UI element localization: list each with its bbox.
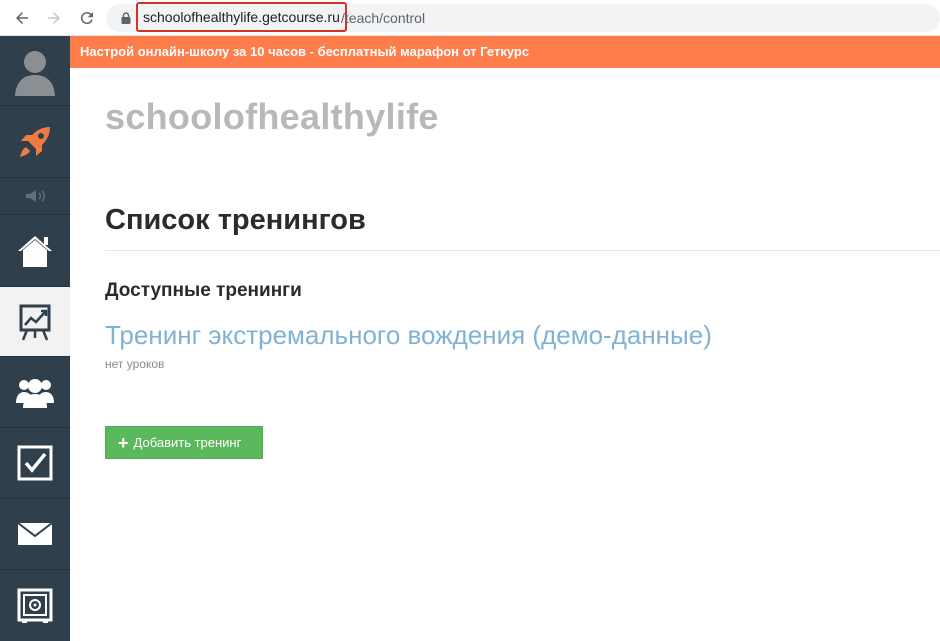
forward-button[interactable]: [43, 7, 65, 29]
back-icon: [16, 12, 28, 24]
training-link[interactable]: Тренинг экстремального вождения (демо-да…: [105, 320, 712, 351]
chart-board-icon: [19, 304, 51, 340]
training-lesson-count: нет уроков: [105, 357, 165, 371]
speaker-icon: [26, 190, 45, 202]
checkbox-icon: [17, 445, 53, 481]
plus-icon: +: [118, 432, 129, 453]
url-host: schoolofhealthylife.getcourse.ru: [143, 9, 340, 25]
lock-icon: [121, 12, 131, 24]
promo-banner[interactable]: Настрой онлайн-школу за 10 часов - беспл…: [70, 36, 940, 68]
section-title: Доступные тренинги: [105, 280, 302, 301]
school-name: schoolofhealthylife: [105, 96, 439, 137]
forward-icon: [48, 12, 60, 24]
sidebar-item-home[interactable]: [0, 215, 70, 287]
sidebar-item-users[interactable]: [0, 357, 70, 428]
sidebar: [0, 36, 70, 641]
users-icon: [16, 379, 54, 408]
sidebar-item-trainings[interactable]: [0, 287, 70, 357]
url-path: /teach/control: [341, 10, 426, 26]
sidebar-item-messages[interactable]: [0, 499, 70, 570]
rocket-icon: [20, 126, 50, 157]
title-divider: [105, 250, 940, 251]
add-training-label: Добавить тренинг: [133, 435, 242, 450]
sidebar-item-news[interactable]: [0, 178, 70, 215]
back-button[interactable]: [11, 7, 33, 29]
mail-icon: [17, 522, 53, 545]
reload-icon: [80, 12, 93, 25]
promo-banner-text: Настрой онлайн-школу за 10 часов - беспл…: [80, 44, 530, 59]
safe-icon: [17, 588, 53, 623]
add-training-button[interactable]: + Добавить тренинг: [105, 426, 263, 459]
address-bar[interactable]: schoolofhealthylife.getcourse.ru /teach/…: [106, 2, 940, 32]
reload-button[interactable]: [76, 7, 98, 29]
url-host-highlight[interactable]: schoolofhealthylife.getcourse.ru: [136, 2, 347, 32]
browser-toolbar: schoolofhealthylife.getcourse.ru /teach/…: [0, 0, 940, 36]
user-avatar-icon: [15, 50, 55, 96]
page-title: Список тренингов: [105, 204, 366, 236]
sidebar-item-tasks[interactable]: [0, 428, 70, 499]
sidebar-item-safe[interactable]: [0, 570, 70, 641]
sidebar-item-profile[interactable]: [0, 36, 70, 106]
sidebar-item-start[interactable]: [0, 106, 70, 178]
home-icon: [18, 235, 52, 267]
